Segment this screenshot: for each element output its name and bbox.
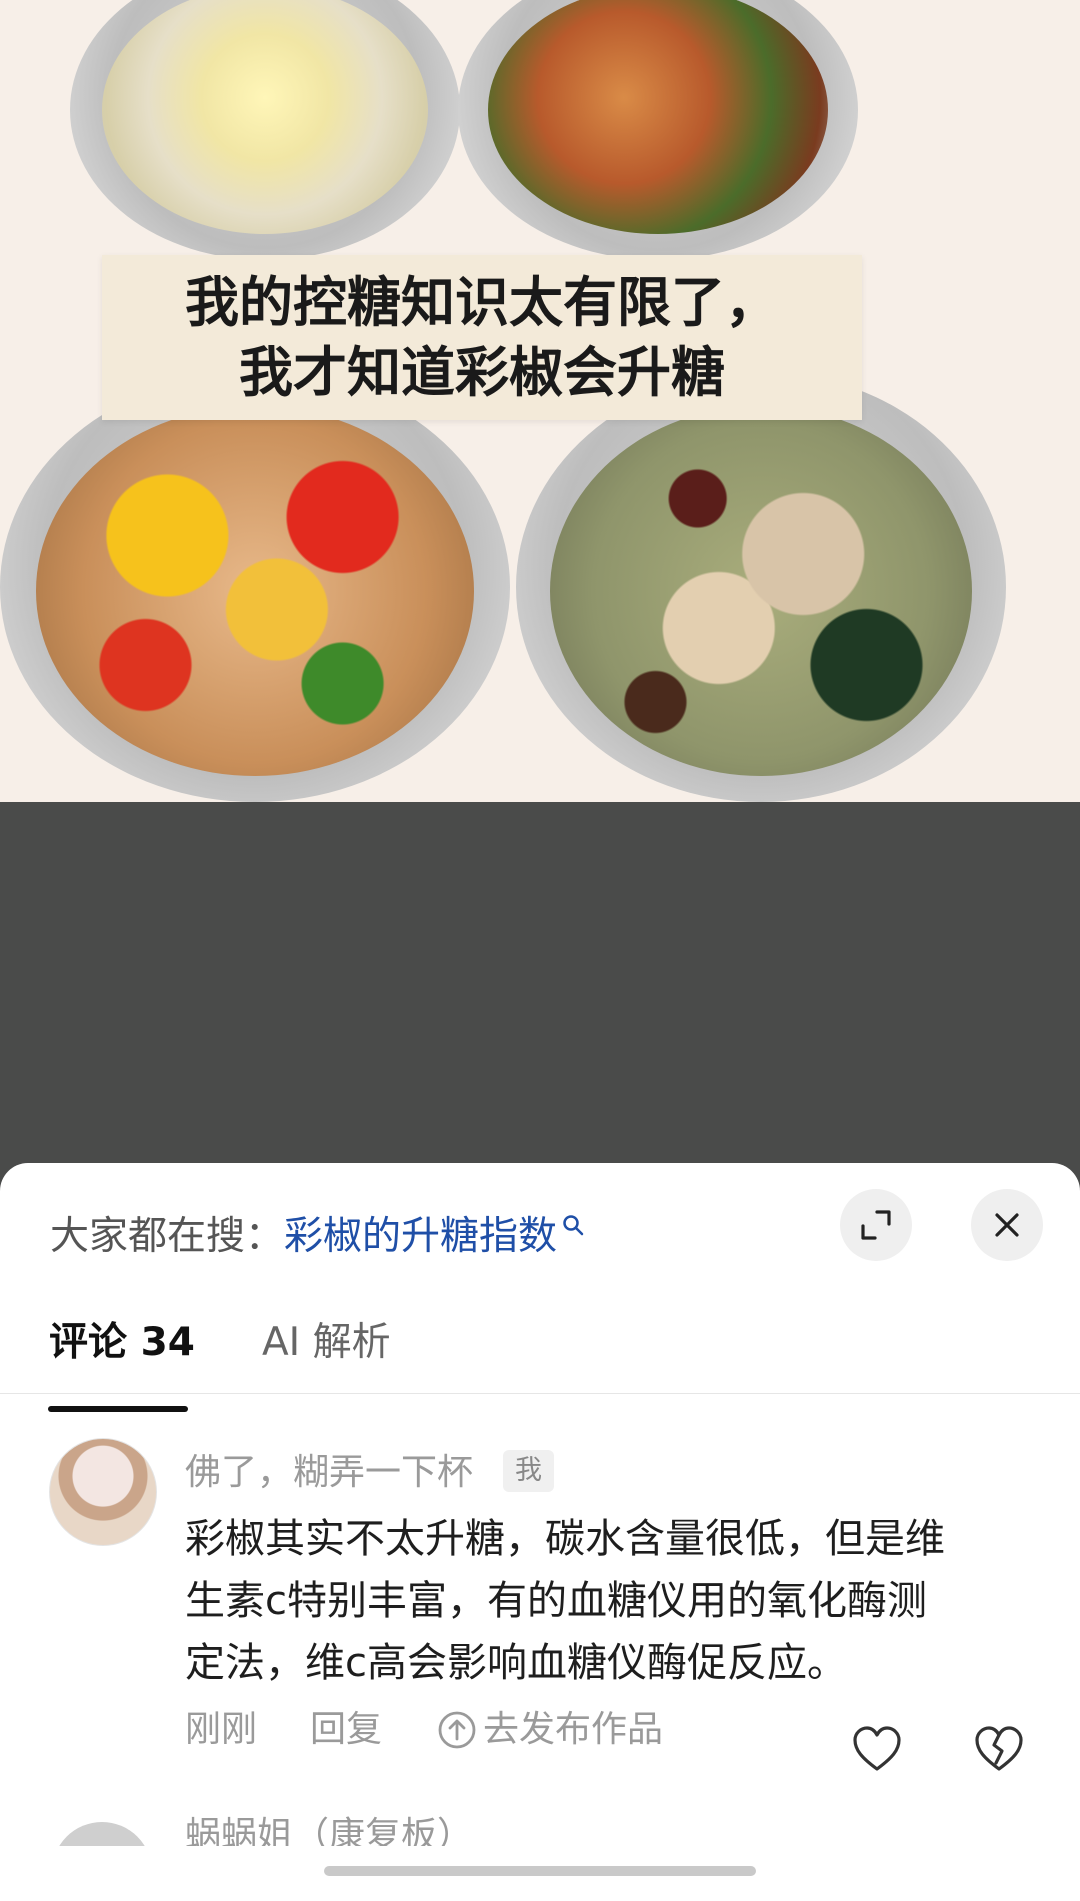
comment-username[interactable]: 佛了，糊弄一下杯 (185, 1448, 473, 1498)
dim-overlay[interactable] (0, 802, 1080, 1202)
publish-work-button[interactable]: 去发布作品 (437, 1700, 663, 1760)
bowl-soup (516, 372, 1006, 802)
caption-line-2: 我才知道彩椒会升糖 (239, 340, 725, 404)
broken-heart-icon[interactable] (974, 1725, 1024, 1773)
comment-line-1: 彩椒其实不太升糖，碳水含量很低，但是维 (185, 1516, 945, 1562)
next-comment-item: 蜗蜗姐（康复板） (0, 1812, 1080, 1846)
bowl-tofu (458, 0, 858, 260)
me-badge: 我 (503, 1450, 554, 1492)
comment-item: 佛了，糊弄一下杯 我 彩椒其实不太升糖，碳水含量很低，但是维 生素c特别丰富，有… (0, 1438, 1080, 1768)
avatar[interactable] (49, 1438, 157, 1546)
hot-search-label: 大家都在搜： (50, 1214, 285, 1259)
publish-work-label: 去发布作品 (483, 1709, 664, 1750)
avatar[interactable] (52, 1822, 152, 1846)
comment-line-2: 生素c特别丰富，有的血糖仪用的氧化酶测 (185, 1578, 927, 1624)
close-icon (995, 1213, 1019, 1237)
comment-username[interactable]: 蜗蜗姐（康复板） (185, 1816, 473, 1847)
upload-icon (438, 1711, 476, 1749)
close-button[interactable] (971, 1189, 1043, 1261)
tab-comments[interactable]: 评论 34 (49, 1313, 195, 1393)
hot-search-term[interactable]: 彩椒的升糖指数 (284, 1214, 557, 1259)
heart-icon[interactable] (852, 1725, 902, 1773)
comment-text[interactable]: 彩椒其实不太升糖，碳水含量很低，但是维 生素c特别丰富，有的血糖仪用的氧化酶测 … (185, 1508, 1045, 1694)
photo-caption: 我的控糖知识太有限了， 我才知道彩椒会升糖 (102, 255, 862, 420)
comment-time: 刚刚 (185, 1709, 258, 1750)
bowl-bell-pepper (0, 372, 510, 802)
active-tab-indicator (48, 1406, 188, 1412)
bowl-cabbage (70, 0, 460, 260)
tab-ai-analysis[interactable]: AI 解析 (262, 1313, 391, 1393)
caption-line-1: 我的控糖知识太有限了， (185, 270, 779, 334)
expand-icon (861, 1210, 891, 1240)
search-icon (563, 1215, 584, 1236)
post-photo[interactable]: 我的控糖知识太有限了， 我才知道彩椒会升糖 (0, 0, 1080, 802)
comment-line-3: 定法，维c高会影响血糖仪酶促反应。 (185, 1640, 847, 1686)
tab-bar: 评论 34 AI 解析 (0, 1313, 1080, 1394)
hot-search[interactable]: 大家都在搜：彩椒的升糖指数 (50, 1207, 585, 1267)
expand-button[interactable] (840, 1189, 912, 1261)
home-indicator[interactable] (324, 1866, 756, 1876)
reply-button[interactable]: 回复 (310, 1700, 382, 1760)
comments-sheet: 大家都在搜：彩椒的升糖指数 评论 34 AI 解析 佛了，糊弄一下杯 我 彩椒其… (0, 1163, 1080, 1901)
